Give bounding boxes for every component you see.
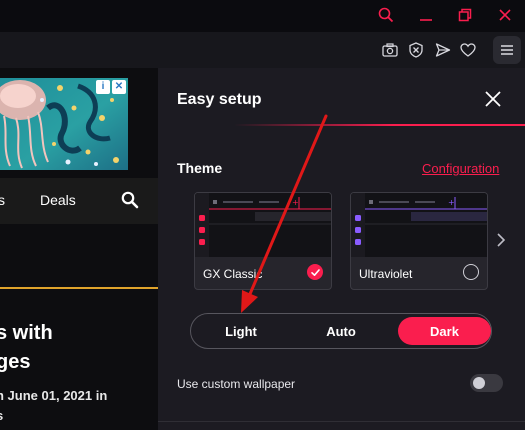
menu-icon[interactable] xyxy=(493,36,521,64)
heart-icon[interactable] xyxy=(458,40,478,60)
article-meta-line1: n June 01, 2021 in xyxy=(0,388,108,403)
theme-radio[interactable] xyxy=(463,264,479,280)
browser-toolbar xyxy=(0,32,525,68)
restore-icon[interactable] xyxy=(453,4,477,26)
close-icon[interactable] xyxy=(493,4,517,26)
custom-wallpaper-switch[interactable] xyxy=(470,374,503,392)
minimize-icon[interactable] xyxy=(414,4,438,26)
mode-option-auto[interactable]: Auto xyxy=(295,317,387,345)
article-headline-line2[interactable]: ges xyxy=(0,351,30,374)
article-meta-line2: s xyxy=(0,408,3,423)
accent-divider xyxy=(234,124,525,126)
theme-card-ultraviolet[interactable]: + Ultraviolet xyxy=(350,192,488,290)
theme-heading: Theme xyxy=(177,160,223,176)
svg-text:+: + xyxy=(292,198,299,207)
theme-preview-gx-classic: + xyxy=(195,193,331,257)
theme-card-label: GX Classic xyxy=(203,267,263,281)
color-mode-toggle: Light Auto Dark xyxy=(190,313,492,349)
send-icon[interactable] xyxy=(433,40,453,60)
shield-icon[interactable] xyxy=(406,40,426,60)
panel-title: Easy setup xyxy=(177,91,262,108)
ad-choices[interactable]: i ✕ xyxy=(96,80,126,94)
theme-card-label: Ultraviolet xyxy=(359,267,413,281)
nav-item-partial[interactable]: s xyxy=(0,192,5,208)
web-page-content: i ✕ s Deals s with ges n June 01, 2021 i… xyxy=(0,68,158,430)
section-divider xyxy=(0,287,158,289)
search-icon[interactable] xyxy=(374,4,398,26)
theme-preview-ultraviolet: + xyxy=(351,193,487,257)
theme-card-gx-classic[interactable]: + GX Classic xyxy=(194,192,332,290)
mode-option-dark[interactable]: Dark xyxy=(398,317,491,345)
ad-info-icon[interactable]: i xyxy=(96,80,110,94)
camera-icon[interactable] xyxy=(380,40,400,60)
chevron-right-icon[interactable] xyxy=(496,233,506,252)
configuration-link[interactable]: Configuration xyxy=(422,161,499,176)
title-bar xyxy=(0,0,525,32)
close-icon[interactable] xyxy=(484,90,502,108)
nav-item-deals[interactable]: Deals xyxy=(40,192,76,208)
custom-wallpaper-label: Use custom wallpaper xyxy=(177,377,296,391)
easy-setup-panel: Easy setup Theme Configuration + GX Clas… xyxy=(158,68,525,430)
article-headline-line1[interactable]: s with xyxy=(0,322,53,345)
mode-option-light[interactable]: Light xyxy=(195,317,287,345)
ad-close-icon[interactable]: ✕ xyxy=(112,80,126,94)
section-divider xyxy=(158,421,525,422)
svg-text:+: + xyxy=(448,198,455,207)
checkmark-icon[interactable] xyxy=(307,264,323,280)
site-search-icon[interactable] xyxy=(121,191,139,214)
site-nav-bar: s Deals xyxy=(0,178,158,224)
switch-knob xyxy=(473,377,485,389)
advertisement-banner[interactable]: i ✕ xyxy=(0,78,128,170)
